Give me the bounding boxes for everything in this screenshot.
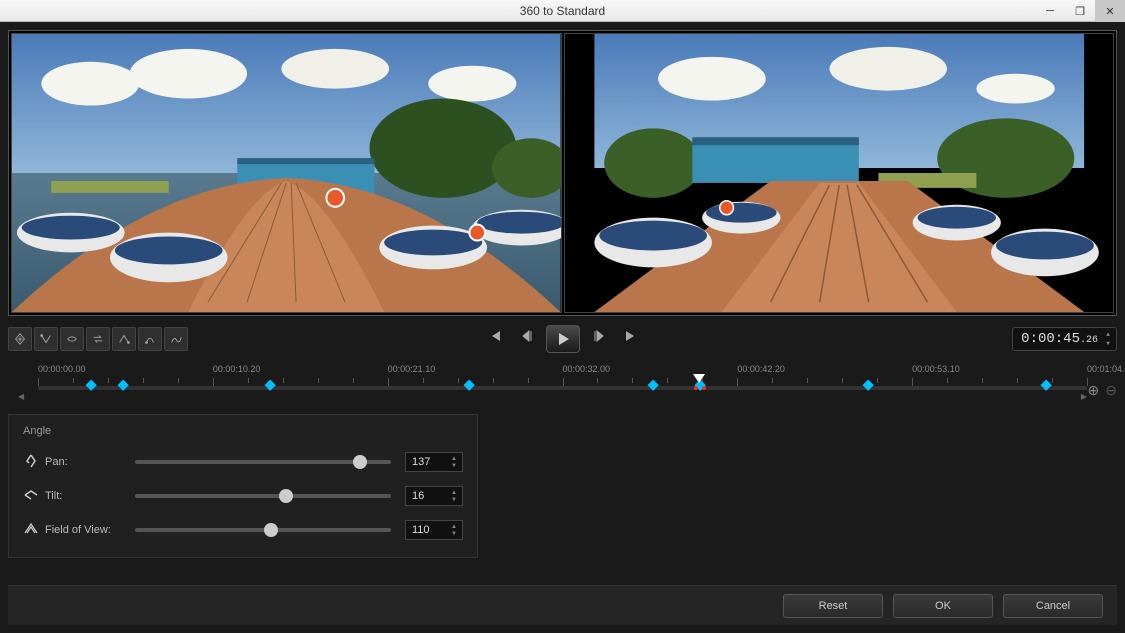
fov-value-input[interactable]: 110 ▲▼ xyxy=(405,520,463,540)
timeline-scroll-left[interactable]: ◀ xyxy=(18,392,24,401)
pan-label: Pan: xyxy=(45,456,135,468)
tilt-slider[interactable] xyxy=(135,494,391,498)
go-to-start-button[interactable] xyxy=(482,325,508,347)
angle-panel: Angle Pan: 137 ▲▼ Tilt: 16 ▲▼ Field of V… xyxy=(8,414,478,558)
close-button[interactable]: ✕ xyxy=(1095,0,1125,22)
window-controls: ─ ❐ ✕ xyxy=(1035,0,1125,22)
cancel-button[interactable]: Cancel xyxy=(1003,594,1103,618)
ruler-label: 00:00:00.00 xyxy=(38,364,86,374)
reset-button[interactable]: Reset xyxy=(783,594,883,618)
pan-row: Pan: 137 ▲▼ xyxy=(23,445,463,479)
keyframe-toolbar xyxy=(8,327,188,351)
move-keyframe-left-button[interactable] xyxy=(112,327,136,351)
fov-down[interactable]: ▼ xyxy=(448,530,460,537)
ok-button[interactable]: OK xyxy=(893,594,993,618)
keyframe-curve-button[interactable] xyxy=(164,327,188,351)
timeline[interactable]: 00:00:00.00 00:00:10.20 00:00:21.10 00:00:3… xyxy=(38,364,1087,394)
go-to-end-button[interactable] xyxy=(618,325,644,347)
angle-section-label: Angle xyxy=(23,425,463,437)
zoom-in-icon[interactable]: ⊕ xyxy=(1088,382,1100,399)
minimize-button[interactable]: ─ xyxy=(1035,0,1065,22)
ruler-label: 00:00:10.20 xyxy=(213,364,261,374)
ruler-label: 00:00:32.00 xyxy=(563,364,611,374)
add-keyframe-button[interactable] xyxy=(8,327,32,351)
source-360-preview[interactable] xyxy=(11,33,562,313)
output-preview[interactable] xyxy=(564,33,1115,313)
ruler-label: 00:00:21.10 xyxy=(388,364,436,374)
preview-area xyxy=(8,30,1117,316)
timecode-display[interactable]: 0:00:45.26 ▲ ▼ xyxy=(1012,327,1117,351)
fov-row: Field of View: 110 ▲▼ xyxy=(23,513,463,547)
swap-keyframes-button[interactable] xyxy=(86,327,110,351)
fov-up[interactable]: ▲ xyxy=(448,523,460,530)
pan-up[interactable]: ▲ xyxy=(448,455,460,462)
fov-label: Field of View: xyxy=(45,524,135,536)
tilt-value-input[interactable]: 16 ▲▼ xyxy=(405,486,463,506)
ruler-label: 00:01:04.02 xyxy=(1087,364,1125,374)
tilt-label: Tilt: xyxy=(45,490,135,502)
maximize-button[interactable]: ❐ xyxy=(1065,0,1095,22)
ruler-label: 00:00:53.10 xyxy=(912,364,960,374)
playback-controls xyxy=(482,325,644,353)
tilt-up[interactable]: ▲ xyxy=(448,489,460,496)
pan-icon xyxy=(23,453,45,472)
timecode-up-button[interactable]: ▲ xyxy=(1102,330,1114,339)
fov-slider[interactable] xyxy=(135,528,391,532)
play-button[interactable] xyxy=(546,325,580,353)
zoom-out-icon[interactable]: ⊖ xyxy=(1105,382,1117,399)
ruler-label: 00:00:42.20 xyxy=(737,364,785,374)
timecode-frames: .26 xyxy=(1080,335,1098,346)
timecode-down-button[interactable]: ▼ xyxy=(1102,339,1114,348)
pan-slider[interactable] xyxy=(135,460,391,464)
window-title: 360 to Standard xyxy=(520,4,605,18)
dialog-footer: Reset OK Cancel xyxy=(8,585,1117,625)
tilt-row: Tilt: 16 ▲▼ xyxy=(23,479,463,513)
tilt-down[interactable]: ▼ xyxy=(448,496,460,503)
previous-frame-button[interactable] xyxy=(514,325,540,347)
tilt-icon xyxy=(23,487,45,506)
move-keyframe-right-button[interactable] xyxy=(138,327,162,351)
next-frame-button[interactable] xyxy=(586,325,612,347)
timeline-area: ◀ ▶ 00:00:00.0000:00:10.2000:00:21.1000:… xyxy=(8,364,1117,404)
reverse-keyframes-button[interactable] xyxy=(60,327,84,351)
pan-value-input[interactable]: 137 ▲▼ xyxy=(405,452,463,472)
pan-down[interactable]: ▼ xyxy=(448,462,460,469)
timecode-main: 0:00:45 xyxy=(1021,331,1080,347)
playhead[interactable] xyxy=(693,374,705,383)
fov-icon xyxy=(23,521,45,540)
title-bar: 360 to Standard ─ ❐ ✕ xyxy=(0,0,1125,22)
remove-keyframe-button[interactable] xyxy=(34,327,58,351)
